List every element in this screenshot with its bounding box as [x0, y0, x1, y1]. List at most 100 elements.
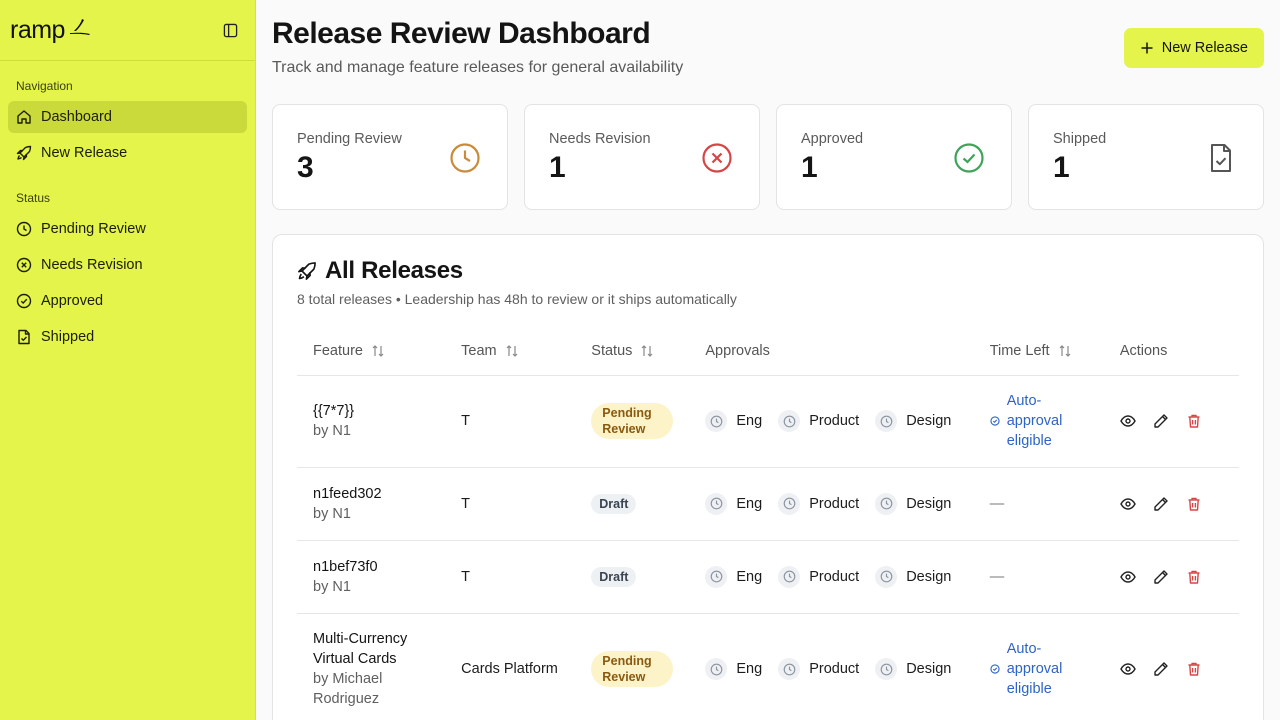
table-row[interactable]: n1bef73f0 by N1 T Draft Eng Product Design…	[297, 540, 1239, 614]
approval-eng: Eng	[705, 410, 762, 432]
status-badge: Pending Review	[591, 403, 674, 439]
team-cell: T	[445, 467, 576, 541]
delete-icon[interactable]	[1186, 496, 1202, 512]
approvals-list: Eng Product Design	[705, 565, 973, 588]
approval-product: Product	[778, 492, 859, 515]
view-icon[interactable]	[1120, 661, 1136, 677]
approval-label: Design	[906, 495, 952, 512]
edit-icon[interactable]	[1153, 413, 1169, 429]
approval-design: Design	[875, 658, 951, 680]
sidebar-item-pending-review[interactable]: Pending Review	[8, 213, 247, 245]
delete-icon[interactable]	[1186, 413, 1202, 429]
releases-table: Feature Team Status Approvals Time Left …	[297, 327, 1239, 720]
file-check-icon	[18, 329, 30, 345]
approval-label: Design	[906, 413, 952, 429]
clock-icon	[875, 492, 898, 515]
clock-icon	[778, 410, 801, 432]
column-time-left[interactable]: Time Left	[973, 327, 1104, 376]
table-row[interactable]: n1feed302 by N1 T Draft Eng Product Design…	[297, 467, 1239, 541]
check-circle-icon	[990, 664, 1000, 674]
approval-label: Eng	[736, 661, 763, 677]
sort-icon	[641, 344, 653, 357]
status-cell: Draft	[575, 540, 690, 614]
team-name: T	[461, 568, 471, 585]
column-label: Feature	[313, 342, 363, 359]
view-icon[interactable]	[1120, 569, 1136, 585]
team-name: T	[461, 495, 471, 512]
approval-product: Product	[778, 658, 859, 680]
sidebar-item-needs-revision[interactable]: Needs Revision	[8, 249, 247, 281]
approval-label: Product	[809, 413, 860, 429]
feature-cell: n1feed302 by N1	[297, 467, 446, 541]
column-label: Team	[461, 342, 497, 359]
clock-icon	[875, 658, 898, 680]
approval-label: Product	[809, 568, 860, 585]
approvals-list: Eng Product Design	[705, 658, 973, 680]
sidebar-toggle-icon[interactable]	[221, 21, 239, 39]
edit-icon[interactable]	[1153, 569, 1169, 585]
logo-text: ramp	[10, 15, 65, 44]
feature-author: by Michael Rodriguez	[313, 671, 383, 707]
time-left-cell: Auto-approval eligible	[973, 375, 1104, 468]
sidebar-item-dashboard[interactable]: Dashboard	[8, 101, 247, 133]
sort-icon	[372, 344, 384, 357]
view-icon[interactable]	[1120, 496, 1136, 512]
approval-eng: Eng	[705, 492, 763, 515]
rocket-icon	[298, 262, 316, 280]
column-team[interactable]: Team	[445, 327, 576, 376]
row-actions	[1120, 413, 1239, 429]
stat-card-shipped[interactable]: Shipped 1	[1028, 104, 1264, 210]
new-release-label: New Release	[1161, 40, 1248, 56]
stat-card-pending-review[interactable]: Pending Review 3	[272, 104, 508, 210]
page-header: Release Review Dashboard Track and manag…	[272, 0, 1264, 104]
table-row[interactable]: {{7*7}} by N1 T Pending Review Eng Produc…	[297, 375, 1239, 468]
column-approvals: Approvals	[689, 327, 974, 376]
edit-icon[interactable]	[1153, 661, 1169, 677]
page-title: Release Review Dashboard	[272, 17, 651, 50]
column-label: Status	[591, 342, 633, 359]
sidebar-item-shipped[interactable]: Shipped	[8, 321, 247, 353]
sidebar: ramp Navigation Dashboard New Release St…	[0, 0, 256, 720]
home-icon	[17, 110, 31, 124]
actions-cell	[1103, 540, 1239, 614]
approval-product: Product	[778, 565, 860, 588]
approval-design: Design	[875, 565, 951, 588]
clock-icon	[16, 221, 32, 237]
approvals-list: Eng Product Design	[705, 492, 973, 515]
feature-cell: Multi-Currency Virtual Cards by Michael …	[297, 613, 446, 720]
feature-author: by N1	[313, 505, 351, 522]
clock-icon	[450, 143, 480, 173]
stat-card-needs-revision[interactable]: Needs Revision 1	[524, 104, 760, 210]
clock-icon	[875, 410, 898, 432]
rocket-icon	[16, 145, 32, 161]
approvals-cell: Eng Product Design	[689, 467, 974, 541]
new-release-button[interactable]: New Release	[1123, 28, 1264, 68]
delete-icon[interactable]	[1186, 569, 1202, 585]
time-left-empty: —	[989, 568, 1005, 585]
edit-icon[interactable]	[1153, 496, 1169, 512]
delete-icon[interactable]	[1186, 661, 1202, 677]
navigation-label: Navigation	[16, 79, 73, 93]
view-icon[interactable]	[1120, 413, 1136, 429]
check-circle-icon	[954, 143, 984, 173]
feature-cell: {{7*7}} by N1	[297, 375, 446, 468]
table-row[interactable]: Multi-Currency Virtual Cards by Michael …	[297, 613, 1239, 720]
column-status[interactable]: Status	[575, 327, 690, 376]
approval-product: Product	[778, 410, 859, 432]
feature-name: n1bef73f0	[313, 558, 378, 575]
status-badge: Pending Review	[591, 651, 674, 687]
feature-name: Multi-Currency Virtual Cards	[313, 631, 408, 667]
approval-design: Design	[875, 492, 952, 515]
stat-card-approved[interactable]: Approved 1	[776, 104, 1012, 210]
approval-label: Eng	[736, 495, 763, 512]
status-badge: Draft	[591, 493, 637, 514]
team-name: T	[461, 413, 471, 429]
x-circle-icon	[16, 257, 32, 273]
sidebar-item-new-release[interactable]: New Release	[8, 137, 247, 169]
time-left-text: Auto-approval eligible	[1006, 641, 1063, 697]
column-feature[interactable]: Feature	[297, 327, 446, 376]
sidebar-item-approved[interactable]: Approved	[8, 285, 247, 317]
approvals-cell: Eng Product Design	[689, 613, 974, 720]
sidebar-header: ramp	[0, 0, 255, 61]
ramp-logo[interactable]: ramp	[10, 16, 91, 45]
